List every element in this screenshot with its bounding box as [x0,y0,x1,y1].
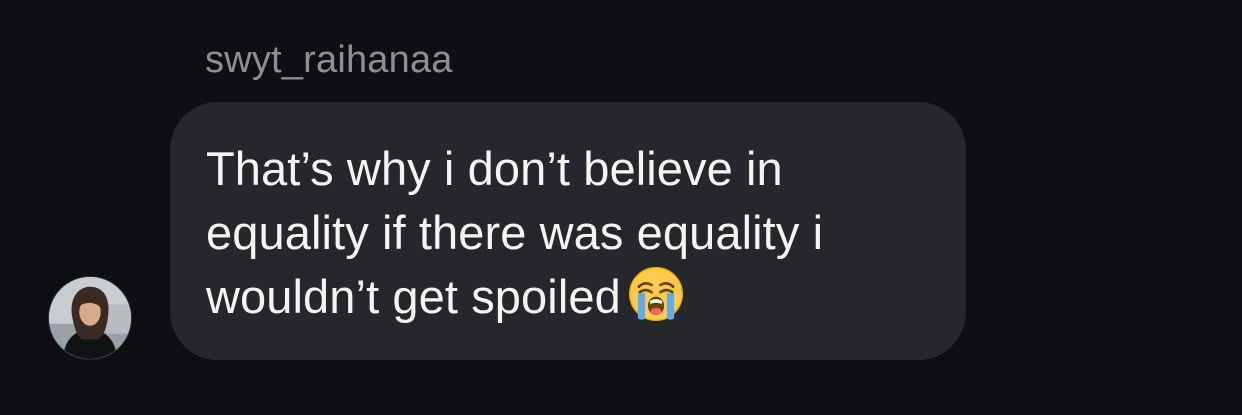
loudly-crying-face-icon [627,265,685,323]
message-body: That’s why i don’t believe in equality i… [206,137,930,329]
message-text: That’s why i don’t believe in equality i… [206,142,824,323]
sender-username[interactable]: swyt_raihanaa [205,38,453,82]
sender-avatar[interactable] [48,276,132,360]
avatar-photo [49,277,131,359]
message-bubble[interactable]: That’s why i don’t believe in equality i… [170,102,966,360]
